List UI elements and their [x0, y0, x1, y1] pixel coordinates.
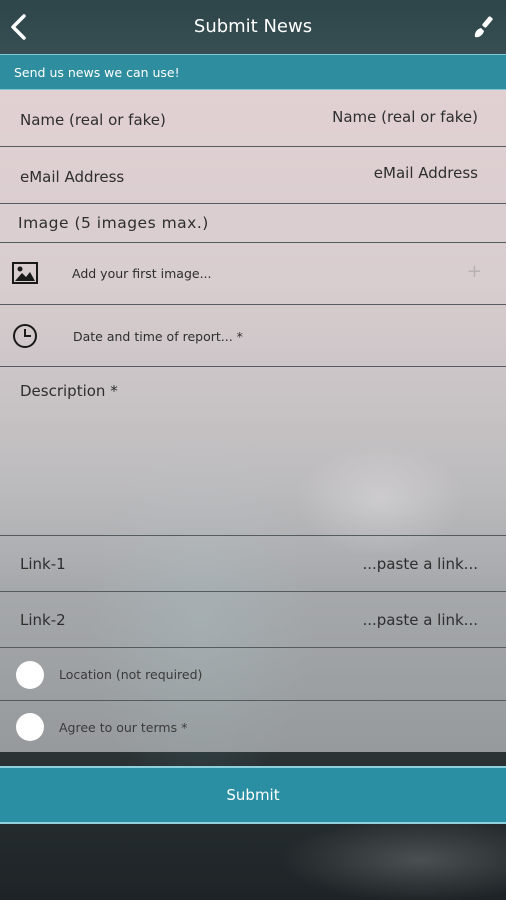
- location-label: Location (not required): [59, 667, 203, 682]
- link1-label: Link-1: [20, 555, 66, 573]
- clock-icon: [13, 324, 37, 348]
- name-label: Name (real or fake): [20, 111, 166, 129]
- description-label: Description *: [20, 382, 118, 400]
- submit-label: Submit: [226, 786, 280, 804]
- name-input[interactable]: Name (real or fake): [332, 108, 478, 126]
- top-bar: Submit News: [0, 0, 506, 54]
- terms-checkbox[interactable]: [16, 713, 44, 741]
- info-banner: Send us news we can use!: [0, 54, 506, 90]
- submit-button[interactable]: Submit: [0, 766, 506, 824]
- description-field[interactable]: Description *: [0, 367, 506, 536]
- email-input[interactable]: eMail Address: [374, 164, 478, 182]
- add-image-row[interactable]: Add your first image... +: [0, 243, 506, 305]
- image-section-header: Image (5 images max.): [0, 204, 506, 243]
- datetime-row[interactable]: Date and time of report... *: [0, 305, 506, 367]
- add-image-plus-icon[interactable]: +: [467, 261, 482, 282]
- location-row[interactable]: Location (not required): [0, 648, 506, 701]
- theme-button[interactable]: [472, 14, 496, 40]
- datetime-label: Date and time of report... *: [73, 329, 243, 344]
- paintbrush-icon: [474, 16, 493, 38]
- name-field[interactable]: Name (real or fake) Name (real or fake): [0, 90, 506, 147]
- terms-row[interactable]: Agree to our terms *: [0, 701, 506, 752]
- link2-label: Link-2: [20, 611, 66, 629]
- location-checkbox[interactable]: [16, 661, 44, 689]
- page-title: Submit News: [193, 16, 313, 37]
- link1-field[interactable]: Link-1 ...paste a link...: [0, 536, 506, 592]
- banner-text: Send us news we can use!: [14, 65, 180, 80]
- email-field[interactable]: eMail Address eMail Address: [0, 147, 506, 204]
- add-image-label: Add your first image...: [72, 266, 212, 281]
- image-section-label: Image (5 images max.): [18, 214, 209, 232]
- news-form: Name (real or fake) Name (real or fake) …: [0, 90, 506, 752]
- email-label: eMail Address: [20, 168, 125, 186]
- link2-input[interactable]: ...paste a link...: [362, 611, 478, 629]
- link2-field[interactable]: Link-2 ...paste a link...: [0, 592, 506, 648]
- terms-label: Agree to our terms *: [59, 720, 188, 735]
- image-icon: [12, 262, 38, 284]
- link1-input[interactable]: ...paste a link...: [362, 555, 478, 573]
